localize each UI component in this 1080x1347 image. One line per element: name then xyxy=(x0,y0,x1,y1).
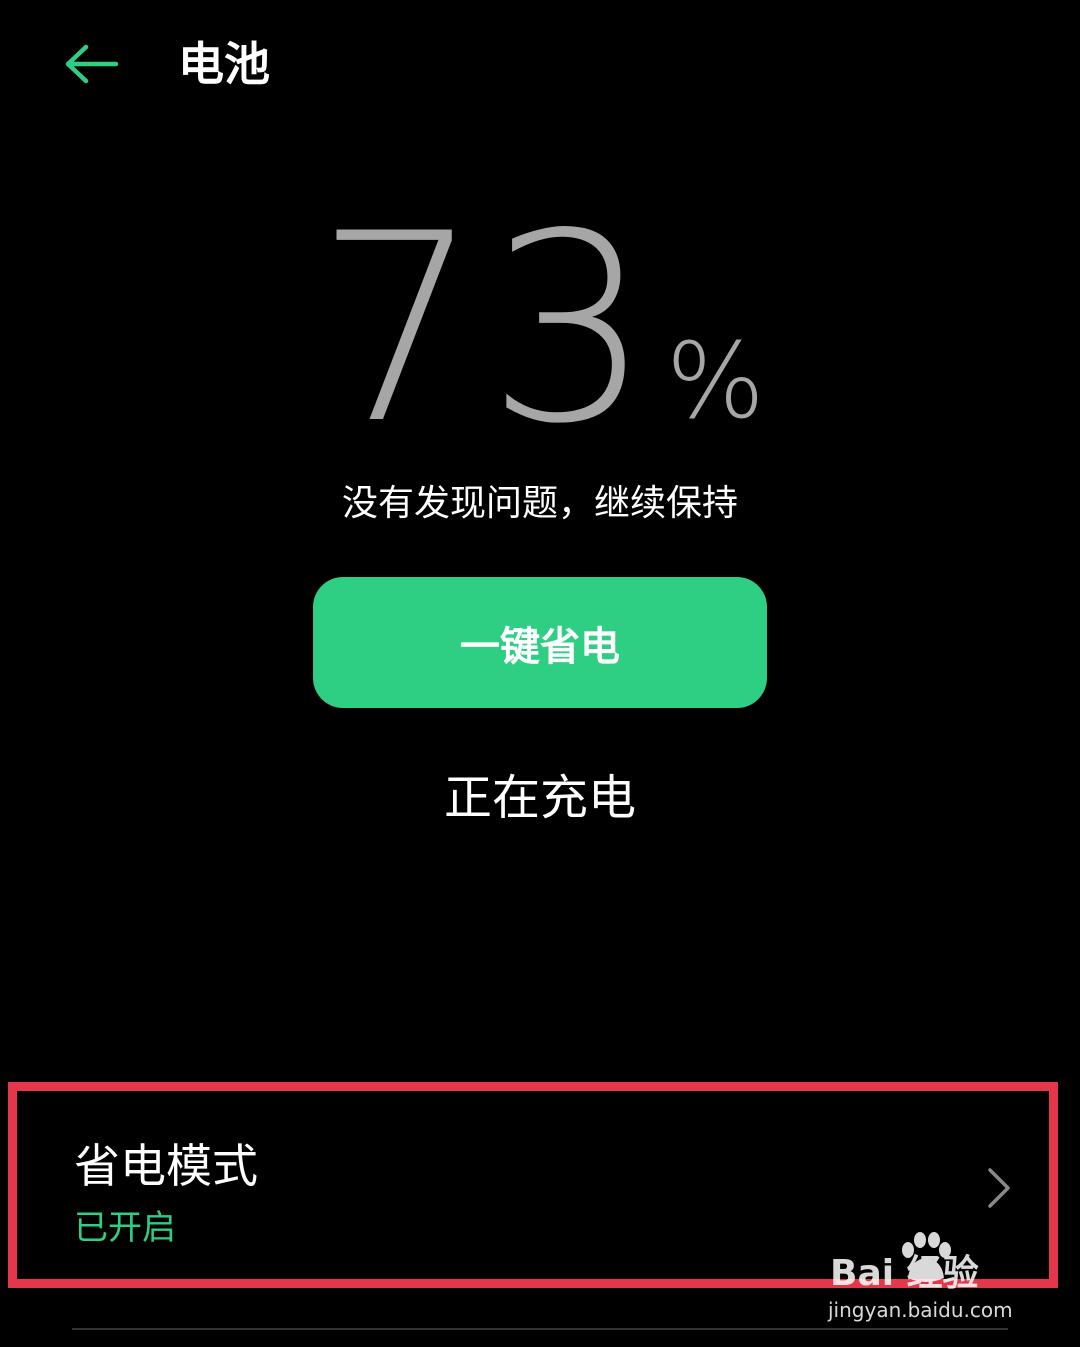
watermark-logo-text: Bai 经验 xyxy=(830,1253,979,1294)
baidu-jingyan-watermark: Bai 经验 jingyan.baidu.com xyxy=(826,1228,1026,1328)
charging-status-text: 正在充电 xyxy=(443,770,636,826)
battery-percentage-unit: % xyxy=(666,320,765,442)
back-button[interactable] xyxy=(58,34,126,94)
one-key-save-button[interactable]: 一键省电 xyxy=(313,577,767,708)
battery-status-text: 没有发现问题，继续保持 xyxy=(341,483,738,524)
chevron-right-icon xyxy=(988,1168,1010,1208)
watermark-site-text: jingyan.baidu.com xyxy=(828,1298,1013,1322)
power-saving-mode-title: 省电模式 xyxy=(74,1139,258,1193)
battery-percentage-value: 73 xyxy=(315,179,658,481)
list-divider xyxy=(72,1328,1008,1330)
arrow-left-icon xyxy=(65,44,119,84)
battery-level-display: 73 % xyxy=(0,179,1080,481)
power-saving-mode-status: 已开启 xyxy=(74,1208,176,1248)
page-title: 电池 xyxy=(178,37,270,91)
